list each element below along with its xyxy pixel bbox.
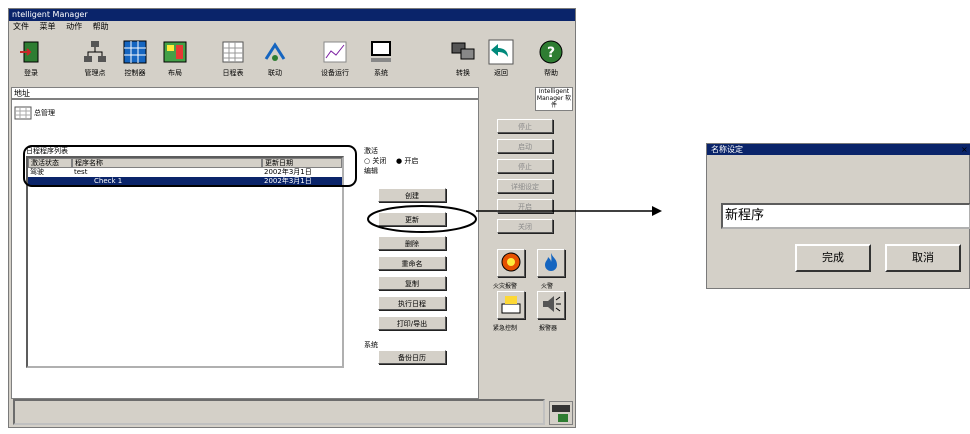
chart-icon (323, 41, 347, 63)
control-icon (501, 296, 521, 314)
layout-icon (163, 41, 187, 63)
edit-label: 编辑 (364, 167, 378, 175)
stop-button-1[interactable]: 停止 (497, 119, 553, 133)
program-name-input[interactable]: 新程序 (721, 203, 970, 229)
menu-file[interactable]: 文件 (13, 22, 29, 31)
monitors-icon (451, 42, 475, 60)
siren-button[interactable] (537, 291, 565, 319)
network-icon (84, 41, 106, 62)
update-callout-oval (367, 205, 477, 233)
callout-outline (23, 145, 357, 187)
activate-label: 激活 (364, 147, 378, 155)
fire-label: 火警 (541, 283, 554, 290)
status-indicator[interactable] (549, 401, 573, 425)
window-title: ntelligent Manager (9, 9, 575, 21)
toolbar: 登录 管理点 控制器 布局 日程表 联动 设备运行 系统 转换 返回 ? 帮助 (9, 34, 575, 86)
door-icon (20, 41, 39, 63)
fire-alarm-label: 火灾报警 (493, 283, 518, 290)
help-info-box: Intelligent Manager 软件 (535, 87, 573, 111)
radio-on[interactable]: ● 开启 (396, 156, 418, 166)
start-button[interactable]: 启动 (497, 139, 553, 153)
alarm-bell-icon (501, 252, 521, 272)
emergency-control-label: 紧急控制 (493, 325, 518, 332)
radio-off[interactable]: ○ 关闭 (364, 156, 386, 166)
callout-arrow (476, 206, 662, 216)
calendar-icon (222, 41, 244, 63)
status-bar (13, 399, 545, 425)
back-button[interactable]: 返回 (481, 34, 521, 84)
system-button[interactable]: 系统 (361, 34, 401, 84)
device-run-button[interactable]: 设备运行 (315, 34, 355, 84)
delete-button[interactable]: 删除 (378, 236, 446, 250)
dialog-close-icon[interactable]: × (961, 144, 968, 155)
off-button[interactable]: 关闭 (497, 219, 553, 233)
keyboard-indicator-icon (552, 405, 570, 422)
main-panel: 总管理 日程程序列表 激活状态 程序名称 更新日期 驾驶 test 2002年3… (11, 99, 479, 399)
tree-root-label[interactable]: 总管理 (34, 108, 55, 118)
detail-settings-button[interactable]: 详细设定 (497, 179, 553, 193)
ok-button[interactable]: 完成 (795, 244, 871, 272)
help-button[interactable]: ? 帮助 (531, 34, 571, 84)
emergency-control-button[interactable] (497, 291, 525, 319)
back-arrow-icon (488, 39, 514, 65)
schedule-button[interactable]: 日程表 (213, 34, 253, 84)
manager-button[interactable]: 管理点 (75, 34, 115, 84)
name-dialog: 名称设定 × 新程序 完成 取消 (706, 143, 970, 289)
linkage-icon (264, 42, 286, 61)
exec-schedule-button[interactable]: 执行日程 (378, 296, 446, 310)
svg-text:?: ? (547, 45, 555, 61)
system-label: 系统 (364, 341, 378, 349)
backup-calendar-button[interactable]: 备份日历 (378, 350, 446, 364)
siren-label: 报警器 (539, 325, 558, 332)
tree-calendar-icon (14, 106, 32, 120)
switch-button[interactable]: 转换 (443, 34, 483, 84)
print-button[interactable]: 打印/导出 (378, 316, 446, 330)
grid-icon (123, 40, 147, 64)
login-button[interactable]: 登录 (11, 34, 51, 84)
address-bar: 地址 (11, 87, 479, 99)
menu-action[interactable]: 动作 (66, 22, 82, 31)
help-icon: ? (539, 40, 563, 64)
menu-menu[interactable]: 菜单 (40, 22, 56, 31)
stop-button-2[interactable]: 停止 (497, 159, 553, 173)
layout-button[interactable]: 布局 (155, 34, 195, 84)
right-panel: 停止 启动 停止 详细设定 开启 关闭 火灾报警 火警 紧急控制 报警器 (485, 113, 575, 383)
dialog-title: 名称设定 (707, 144, 970, 155)
linkage-button[interactable]: 联动 (255, 34, 295, 84)
copy-button[interactable]: 复制 (378, 276, 446, 290)
speaker-icon (543, 296, 561, 312)
menu-bar: 文件 菜单 动作 帮助 (9, 21, 575, 33)
new-button[interactable]: 创建 (378, 188, 446, 202)
fire-alarm-button[interactable] (497, 249, 525, 277)
flame-icon (545, 253, 557, 271)
fire-button[interactable] (537, 249, 565, 277)
controller-button[interactable]: 控制器 (115, 34, 155, 84)
cancel-button[interactable]: 取消 (885, 244, 961, 272)
menu-help[interactable]: 帮助 (93, 22, 109, 31)
rename-button[interactable]: 重命名 (378, 256, 446, 270)
main-window: ntelligent Manager 文件 菜单 动作 帮助 登录 管理点 控制… (8, 8, 576, 428)
computer-icon (371, 41, 391, 62)
